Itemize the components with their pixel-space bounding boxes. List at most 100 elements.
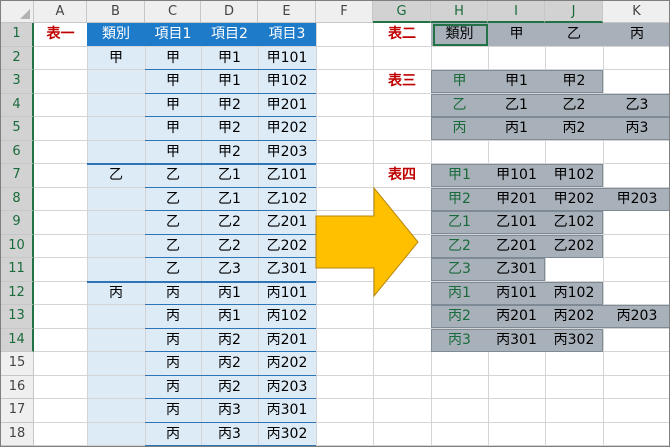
table4-cell[interactable]: 乙3 (431, 258, 488, 281)
table1-cell[interactable]: 丙1 (201, 282, 258, 305)
column-header-c[interactable]: C (145, 1, 201, 23)
table1-cell[interactable]: 乙2 (201, 235, 258, 258)
table4-cell[interactable]: 乙201 (488, 235, 545, 258)
table1-cell[interactable]: 甲2 (201, 94, 258, 117)
table1-cell[interactable]: 甲 (145, 70, 201, 93)
table4-cell[interactable] (603, 164, 669, 187)
row-header-16[interactable]: 16 (1, 375, 34, 399)
row-header-17[interactable]: 17 (1, 399, 34, 423)
column-header-f[interactable]: F (316, 1, 373, 23)
table1-cell[interactable]: 甲 (145, 117, 201, 140)
row-header-7[interactable]: 7 (1, 164, 34, 188)
table1-cell[interactable]: 丙3 (201, 423, 258, 446)
column-header-b[interactable]: B (87, 1, 145, 23)
table1-cell[interactable]: 甲 (145, 141, 201, 164)
table4-cell[interactable]: 甲102 (545, 164, 603, 187)
table1-cell[interactable] (87, 235, 145, 258)
table1-cell[interactable]: 甲101 (258, 47, 316, 70)
right-arrow-shape-icon[interactable] (314, 186, 420, 298)
table1-cell[interactable]: 丙 (145, 399, 201, 422)
table4-cell[interactable]: 丙1 (431, 282, 488, 305)
table3-cell[interactable]: 甲1 (488, 70, 545, 93)
table4-cell[interactable] (603, 235, 669, 258)
table1-cell[interactable] (87, 141, 145, 164)
row-header-12[interactable]: 12 (1, 281, 34, 305)
table1-cell[interactable]: 丙101 (258, 282, 316, 305)
row-header-11[interactable]: 11 (1, 258, 34, 282)
table1-cell[interactable] (87, 211, 145, 234)
table4-cell[interactable]: 甲202 (545, 188, 603, 211)
table1-cell[interactable]: 丙1 (201, 305, 258, 328)
table1-cell[interactable]: 丙 (87, 282, 145, 305)
table1-cell[interactable]: 丙 (145, 352, 201, 375)
table4-cell[interactable]: 丙302 (545, 329, 603, 352)
row-header-15[interactable]: 15 (1, 352, 34, 376)
table1-cell[interactable]: 丙302 (258, 423, 316, 446)
row-header-14[interactable]: 14 (1, 328, 34, 352)
column-header-g[interactable]: G (373, 1, 431, 23)
table1-cell[interactable]: 丙3 (201, 399, 258, 422)
table1-cell[interactable]: 乙101 (258, 164, 316, 187)
row-header-1[interactable]: 1 (1, 23, 34, 47)
table1-cell[interactable] (87, 258, 145, 281)
row-header-3[interactable]: 3 (1, 70, 34, 94)
table1-cell[interactable]: 丙2 (201, 329, 258, 352)
row-header-2[interactable]: 2 (1, 46, 34, 70)
table1-cell[interactable]: 乙301 (258, 258, 316, 281)
row-header-5[interactable]: 5 (1, 117, 34, 141)
table4-cell[interactable]: 丙203 (603, 305, 669, 328)
table1-cell[interactable]: 丙202 (258, 352, 316, 375)
select-all-corner[interactable] (1, 1, 34, 23)
row-header-18[interactable]: 18 (1, 422, 34, 446)
row-header-13[interactable]: 13 (1, 305, 34, 329)
row-header-4[interactable]: 4 (1, 93, 34, 117)
column-header-h[interactable]: H (431, 1, 488, 23)
table3-cell[interactable]: 乙2 (545, 94, 603, 117)
table1-cell[interactable]: 丙 (145, 423, 201, 446)
table1-cell[interactable]: 甲102 (258, 70, 316, 93)
table1-cell[interactable] (87, 70, 145, 93)
table1-cell[interactable]: 乙 (87, 164, 145, 187)
row-header-9[interactable]: 9 (1, 211, 34, 235)
table1-cell[interactable]: 乙1 (201, 188, 258, 211)
table4-cell[interactable]: 乙202 (545, 235, 603, 258)
table1-cell[interactable]: 乙 (145, 211, 201, 234)
table1-cell[interactable]: 乙 (145, 235, 201, 258)
table1-cell[interactable] (87, 376, 145, 399)
table4-cell[interactable] (603, 211, 669, 234)
table4-cell[interactable] (545, 258, 603, 281)
table3-cell[interactable]: 甲 (431, 70, 488, 93)
table1-cell[interactable]: 丙301 (258, 399, 316, 422)
table1-cell[interactable]: 甲1 (201, 47, 258, 70)
table4-cell[interactable] (603, 258, 669, 281)
table1-cell[interactable]: 甲201 (258, 94, 316, 117)
table4-cell[interactable]: 乙101 (488, 211, 545, 234)
table4-cell[interactable]: 乙102 (545, 211, 603, 234)
table4-cell[interactable]: 丙101 (488, 282, 545, 305)
table1-cell[interactable]: 甲1 (201, 70, 258, 93)
table1-cell[interactable]: 丙201 (258, 329, 316, 352)
table3-cell[interactable]: 丙2 (545, 117, 603, 140)
table4-cell[interactable]: 甲1 (431, 164, 488, 187)
row-header-8[interactable]: 8 (1, 187, 34, 211)
table1-cell[interactable] (87, 94, 145, 117)
table1-cell[interactable] (87, 399, 145, 422)
table3-cell[interactable]: 甲2 (545, 70, 603, 93)
table3-cell[interactable]: 丙 (431, 117, 488, 140)
table1-cell[interactable]: 乙201 (258, 211, 316, 234)
table1-cell[interactable]: 乙2 (201, 211, 258, 234)
table3-cell[interactable]: 乙 (431, 94, 488, 117)
table1-cell[interactable]: 乙102 (258, 188, 316, 211)
column-header-d[interactable]: D (201, 1, 258, 23)
table1-cell[interactable]: 丙203 (258, 376, 316, 399)
table4-cell[interactable]: 甲2 (431, 188, 488, 211)
table1-cell[interactable]: 丙 (145, 282, 201, 305)
table1-cell[interactable]: 甲 (87, 47, 145, 70)
table1-cell[interactable]: 甲 (145, 47, 201, 70)
table4-cell[interactable] (603, 329, 669, 352)
table4-cell[interactable] (603, 282, 669, 305)
table1-cell[interactable]: 丙102 (258, 305, 316, 328)
table1-cell[interactable] (87, 423, 145, 446)
table1-cell[interactable]: 丙 (145, 376, 201, 399)
table1-cell[interactable]: 乙 (145, 258, 201, 281)
